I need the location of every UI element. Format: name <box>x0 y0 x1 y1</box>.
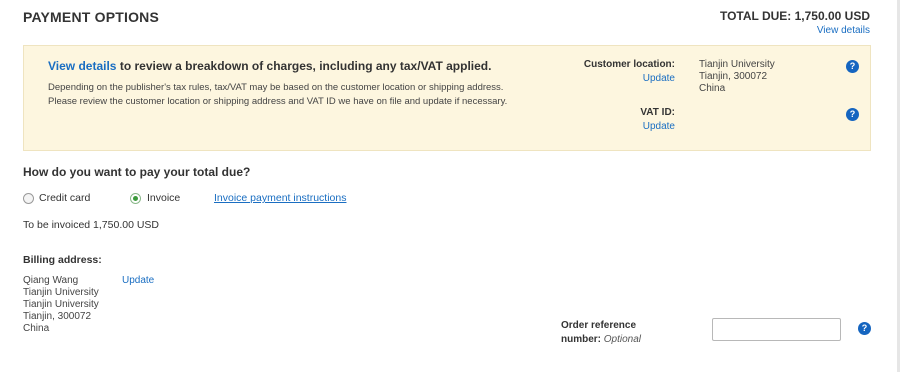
vat-id-update-link[interactable]: Update <box>643 121 675 132</box>
invoice-label[interactable]: Invoice <box>147 192 180 204</box>
billing-address-line: China <box>23 323 50 334</box>
invoiced-amount-text: To be invoiced 1,750.00 USD <box>23 219 160 231</box>
tax-info-heading: View details to review a breakdown of ch… <box>48 59 491 73</box>
tax-info-box: View details to review a breakdown of ch… <box>23 45 871 151</box>
billing-address-line: Tianjin University <box>23 287 99 298</box>
customer-location-line: Tianjin University <box>699 59 775 70</box>
vat-id-help-icon[interactable]: ? <box>846 108 859 121</box>
billing-address-line: Tianjin, 300072 <box>23 311 92 322</box>
customer-location-update-link[interactable]: Update <box>643 73 675 84</box>
order-reference-label: Order reference number: Optional <box>561 319 641 347</box>
vat-id-label: VAT ID: <box>640 107 675 118</box>
payment-question: How do you want to pay your total due? <box>23 165 251 179</box>
customer-location-address: Tianjin University Tianjin, 300072 China <box>699 59 775 95</box>
order-reference-label-line1: Order reference <box>561 320 637 331</box>
tax-info-body: Depending on the publisher's tax rules, … <box>48 82 508 107</box>
total-due: TOTAL DUE: 1,750.00 USD <box>719 9 870 23</box>
billing-address-line: Qiang Wang <box>23 275 79 286</box>
view-details-link-header[interactable]: View details <box>817 25 870 36</box>
order-reference-input[interactable] <box>712 318 841 341</box>
order-reference-label-line2: number: <box>561 334 601 345</box>
optional-hint: Optional <box>603 334 642 345</box>
invoice-radio[interactable] <box>130 193 141 204</box>
billing-address-line: Tianjin University <box>23 299 99 310</box>
billing-address-label: Billing address: <box>23 254 102 266</box>
billing-address: Qiang Wang Tianjin University Tianjin Un… <box>23 275 99 335</box>
page-title: PAYMENT OPTIONS <box>23 9 160 25</box>
view-details-link[interactable]: View details <box>48 59 116 73</box>
order-reference-help-icon[interactable]: ? <box>858 322 871 335</box>
credit-card-label[interactable]: Credit card <box>39 192 90 204</box>
billing-address-update-link[interactable]: Update <box>122 275 154 286</box>
invoice-payment-instructions-link[interactable]: Invoice payment instructions <box>214 192 346 204</box>
customer-location-line: China <box>699 83 726 94</box>
customer-location-help-icon[interactable]: ? <box>846 60 859 73</box>
credit-card-radio[interactable] <box>23 193 34 204</box>
tax-info-heading-text: to review a breakdown of charges, includ… <box>116 59 492 73</box>
customer-location-line: Tianjin, 300072 <box>699 71 768 82</box>
customer-location-label: Customer location: <box>583 59 675 70</box>
